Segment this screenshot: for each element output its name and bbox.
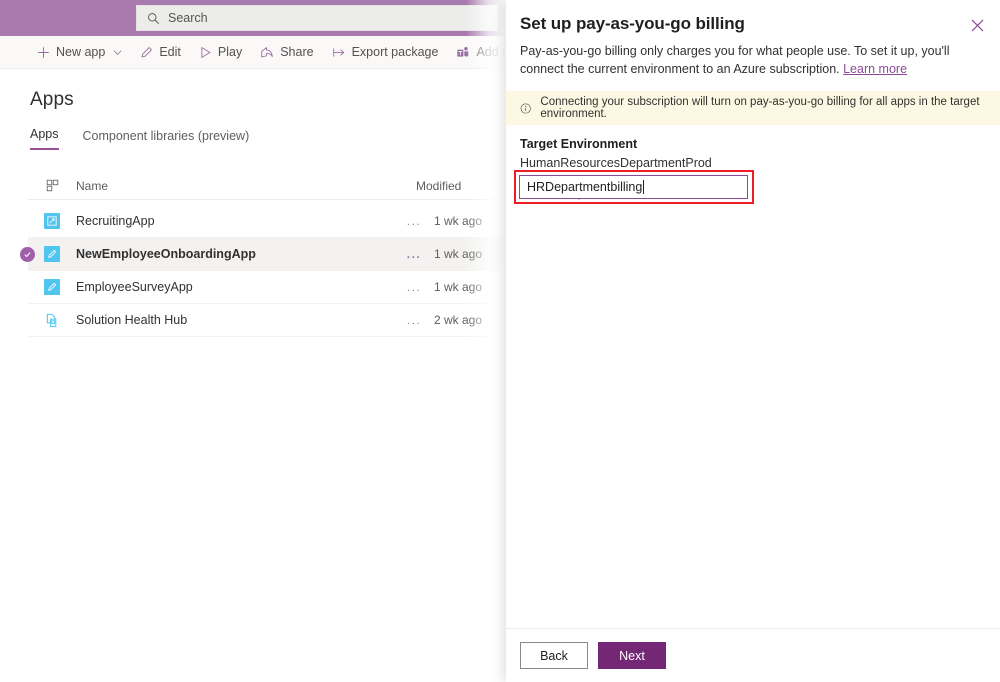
export-package-label: Export package [352,45,439,59]
teams-icon [456,46,470,59]
row-name: NewEmployeeOnboardingApp [76,247,394,261]
panel-header: Set up pay-as-you-go billing Pay-as-you-… [506,0,1000,78]
panel-description: Pay-as-you-go billing only charges you f… [520,42,982,78]
tab-apps[interactable]: Apps [30,127,59,150]
table-row[interactable]: Solution Health Hub ... 2 wk ago [28,304,506,337]
app-type-icon [46,179,59,192]
share-icon [260,46,274,59]
export-icon [332,46,346,59]
info-message-bar: Connecting your subscription will turn o… [506,91,1000,125]
column-header-icon[interactable] [28,179,76,192]
column-header-name[interactable]: Name [76,179,416,193]
row-modified: 1 wk ago [434,247,506,261]
apps-page: Apps Apps Component libraries (preview) … [0,69,506,682]
power-apps-maker-portal: Search New app Edit [0,0,506,682]
row-name: RecruitingApp [76,214,394,228]
play-label: Play [218,45,242,59]
row-modified: 2 wk ago [434,313,506,327]
table-row[interactable]: NewEmployeeOnboardingApp ... 1 wk ago [28,238,506,271]
panel-footer: Back Next [506,628,1000,682]
row-overflow-button[interactable]: ... [394,280,434,294]
chevron-down-icon [113,48,122,57]
screen: Search New app Edit [0,0,1000,682]
edit-label: Edit [159,45,181,59]
plus-icon [37,46,50,59]
next-button[interactable]: Next [598,642,666,669]
row-selected-check[interactable] [15,247,39,262]
new-app-label: New app [56,45,105,59]
row-modified: 1 wk ago [434,214,506,228]
play-icon [199,46,212,59]
share-button[interactable]: Share [251,36,322,69]
share-label: Share [280,45,313,59]
row-name: EmployeeSurveyApp [76,280,394,294]
page-tabs: Apps Component libraries (preview) [30,127,249,150]
search-placeholder: Search [168,11,208,25]
pay-as-you-go-setup-panel: Set up pay-as-you-go billing Pay-as-you-… [506,0,1000,682]
app-header-bar: Search [0,0,506,36]
target-environment-value: HumanResourcesDepartmentProd [520,156,986,170]
info-circle-icon [520,102,531,115]
row-icon [28,213,76,229]
canvas-app-icon [44,279,60,295]
close-button[interactable] [964,12,990,38]
edit-button[interactable]: Edit [131,36,190,69]
row-overflow-button[interactable]: ... [394,313,434,327]
panel-title: Set up pay-as-you-go billing [520,14,982,34]
new-app-button[interactable]: New app [28,36,131,69]
row-name: Solution Health Hub [76,313,394,327]
text-cursor [643,180,644,194]
canvas-app-icon [44,246,60,262]
row-overflow-button[interactable]: ... [394,247,434,261]
name-input-value: HRDepartmentbilling [527,180,642,194]
add-to-teams-button[interactable]: Add to Teams [447,36,506,69]
column-header-modified[interactable]: Modified [416,179,506,193]
close-icon [971,19,984,32]
target-environment-label: Target Environment [520,137,986,151]
export-package-button[interactable]: Export package [323,36,448,69]
play-button[interactable]: Play [190,36,251,69]
table-row[interactable]: RecruitingApp ... 1 wk ago [28,205,506,238]
search-icon [147,12,160,25]
page-title: Apps [30,89,74,111]
tab-component-libraries[interactable]: Component libraries (preview) [83,129,250,150]
row-modified: 1 wk ago [434,280,506,294]
list-column-headers: Name Modified [28,172,506,200]
learn-more-link[interactable]: Learn more [843,62,907,76]
table-row[interactable]: EmployeeSurveyApp ... 1 wk ago [28,271,506,304]
pencil-icon [140,46,153,59]
row-overflow-button[interactable]: ... [394,214,434,228]
name-input[interactable]: HRDepartmentbilling [519,175,748,199]
model-app-icon [44,312,60,328]
canvas-app-icon [44,213,60,229]
back-button[interactable]: Back [520,642,588,669]
check-circle-icon [20,247,35,262]
search-input[interactable]: Search [136,5,498,31]
add-to-teams-label: Add to Teams [476,45,506,59]
info-message-text: Connecting your subscription will turn o… [540,96,986,120]
command-bar: New app Edit Play [0,36,506,69]
row-icon [28,312,76,328]
row-icon [28,279,76,295]
